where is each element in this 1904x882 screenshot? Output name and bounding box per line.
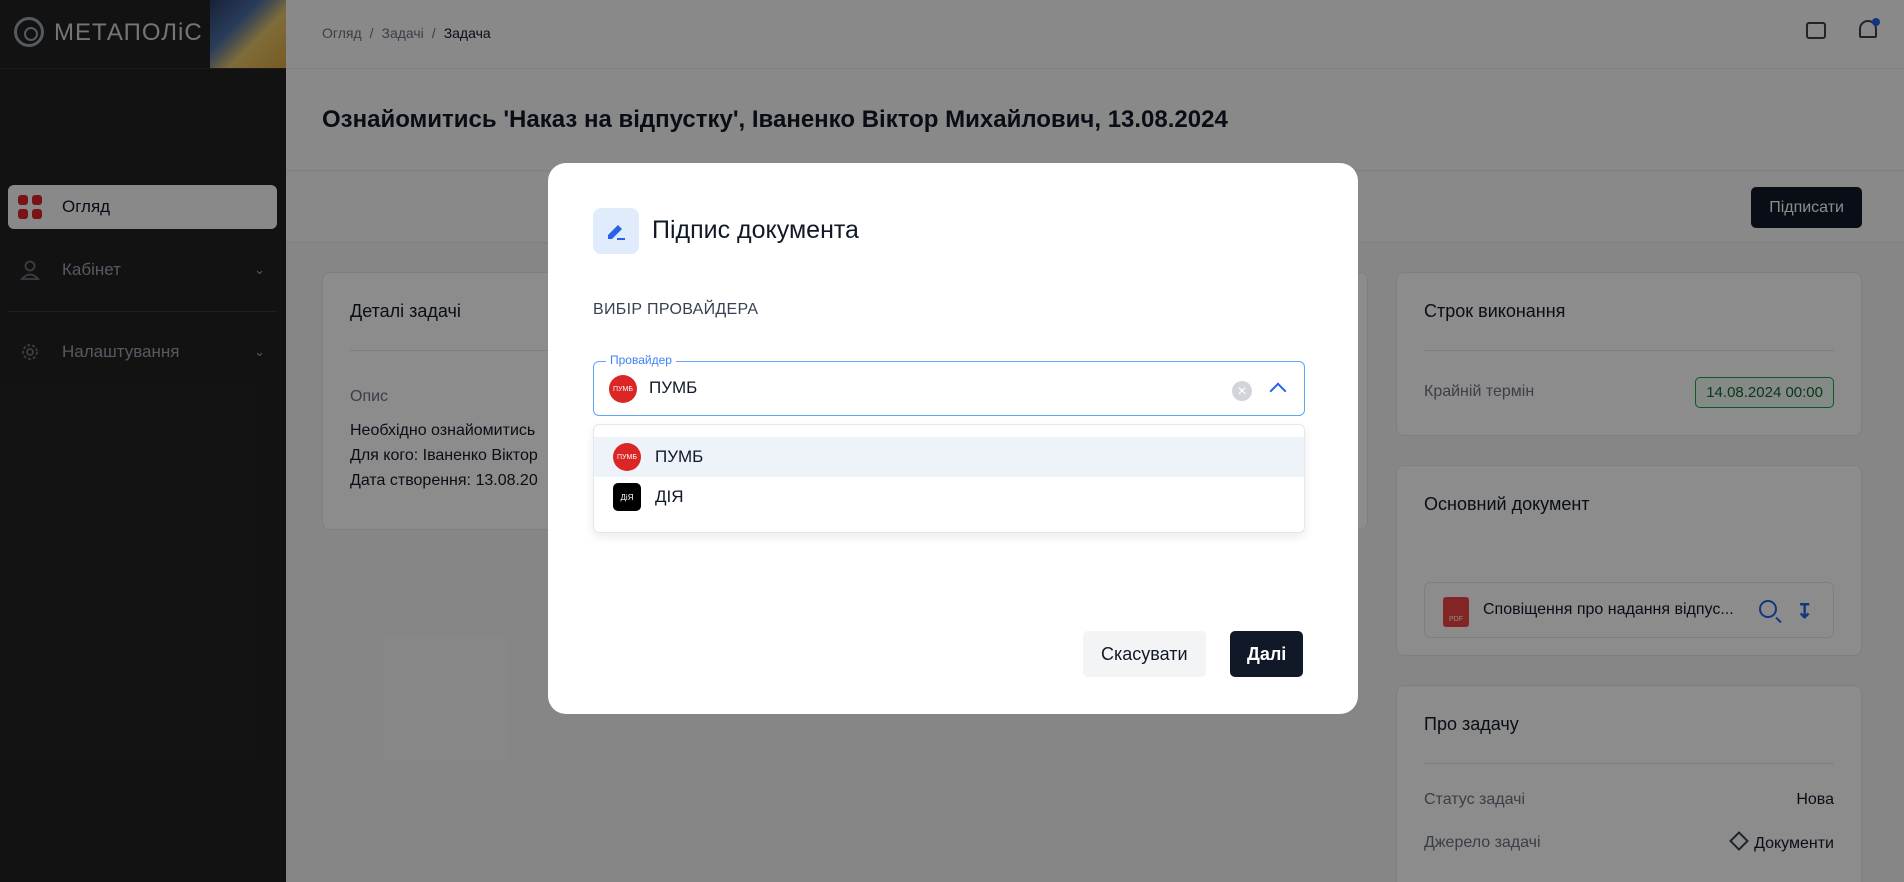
option-label: ДІЯ — [655, 487, 684, 506]
pumb-logo-icon: ПУМБ — [613, 443, 641, 471]
modal-title: Підпис документа — [652, 216, 859, 244]
provider-select-value: ПУМБ — [649, 378, 698, 397]
provider-option-pumb[interactable]: ПУМБ ПУМБ — [594, 437, 1304, 477]
cancel-button[interactable]: Скасувати — [1083, 631, 1206, 677]
pen-icon — [593, 208, 639, 254]
option-label: ПУМБ — [655, 447, 704, 466]
clear-icon[interactable]: ✕ — [1232, 381, 1252, 401]
provider-dropdown: ПУМБ ПУМБ ДіЯ ДІЯ — [593, 424, 1305, 533]
sign-document-modal: Підпис документа ВИБІР ПРОВАЙДЕРА Провай… — [548, 163, 1358, 714]
pumb-logo-icon: ПУМБ — [609, 375, 637, 403]
provider-field-label: Провайдер — [606, 353, 676, 367]
section-label: ВИБІР ПРОВАЙДЕРА — [593, 301, 759, 318]
chevron-up-icon[interactable] — [1269, 382, 1287, 400]
diia-logo-icon: ДіЯ — [613, 483, 641, 511]
next-button[interactable]: Далі — [1230, 631, 1304, 677]
provider-select[interactable]: Провайдер ПУМБ ПУМБ ✕ — [593, 353, 1305, 416]
provider-option-diia[interactable]: ДіЯ ДІЯ — [594, 477, 1304, 517]
